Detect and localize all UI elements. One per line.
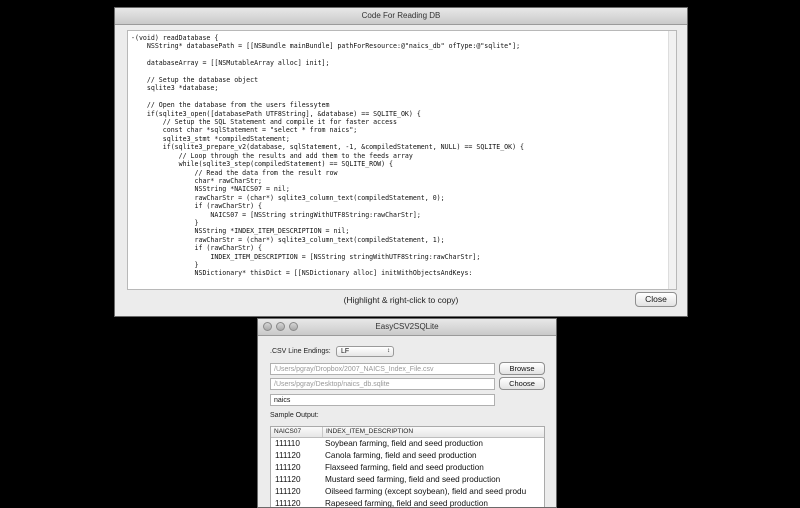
table-row[interactable]: 111120 Oilseed farming (except soybean),… — [271, 486, 544, 498]
cell-naics: 111120 — [275, 475, 301, 484]
close-button[interactable]: Close — [635, 292, 677, 307]
cell-description: Mustard seed farming, field and seed pro… — [325, 475, 501, 484]
cell-description: Soybean farming, field and seed producti… — [325, 439, 483, 448]
cell-naics: 111120 — [275, 463, 301, 472]
line-endings-value: LF — [341, 348, 350, 355]
code-scrollbar[interactable] — [668, 31, 676, 289]
table-header: NAICS07 INDEX_ITEM_DESCRIPTION — [271, 427, 544, 438]
code-window-title: Code For Reading DB — [361, 11, 441, 20]
csv-path-field[interactable]: /Users/pgray/Dropbox/2007_NAICS_Index_Fi… — [270, 363, 495, 375]
easycsv-window: EasyCSV2SQLite .CSV Line Endings: LF ↕ /… — [257, 318, 557, 508]
column-header-description[interactable]: INDEX_ITEM_DESCRIPTION — [323, 427, 413, 437]
code-text-area[interactable]: -(void) readDatabase { NSString* databas… — [127, 30, 677, 290]
code-text[interactable]: -(void) readDatabase { NSString* databas… — [128, 31, 676, 278]
code-window: Code For Reading DB -(void) readDatabase… — [114, 7, 688, 317]
table-row[interactable]: 111120 Canola farming, field and seed pr… — [271, 450, 544, 462]
code-window-titlebar[interactable]: Code For Reading DB — [115, 8, 687, 25]
sample-output-label: Sample Output: — [270, 412, 319, 419]
table-name-field[interactable]: naics — [270, 394, 495, 406]
cell-description: Oilseed farming (except soybean), field … — [325, 487, 527, 496]
column-header-naics[interactable]: NAICS07 — [271, 427, 323, 437]
easycsv-titlebar[interactable]: EasyCSV2SQLite — [258, 319, 556, 336]
close-window-icon[interactable] — [263, 322, 272, 331]
select-arrows-icon: ↕ — [387, 348, 390, 354]
line-endings-label: .CSV Line Endings: — [270, 348, 331, 355]
choose-button[interactable]: Choose — [499, 377, 545, 390]
line-endings-select[interactable]: LF ↕ — [336, 346, 394, 357]
zoom-window-icon[interactable] — [289, 322, 298, 331]
table-row[interactable]: 111120 Mustard seed farming, field and s… — [271, 474, 544, 486]
minimize-window-icon[interactable] — [276, 322, 285, 331]
browse-button[interactable]: Browse — [499, 362, 545, 375]
copy-hint: (Highlight & right-click to copy) — [343, 295, 459, 305]
cell-description: Flaxseed farming, field and seed product… — [325, 463, 484, 472]
cell-naics: 111110 — [275, 439, 300, 448]
cell-description: Canola farming, field and seed productio… — [325, 451, 477, 460]
cell-naics: 111120 — [275, 487, 301, 496]
db-path-field[interactable]: /Users/pgray/Desktop/naics_db.sqlite — [270, 378, 495, 390]
sample-output-table[interactable]: NAICS07 INDEX_ITEM_DESCRIPTION 111110 So… — [270, 426, 545, 507]
table-row[interactable]: 111110 Soybean farming, field and seed p… — [271, 438, 544, 450]
easycsv-title: EasyCSV2SQLite — [375, 322, 439, 331]
table-row[interactable]: 111120 Flaxseed farming, field and seed … — [271, 462, 544, 474]
cell-naics: 111120 — [275, 451, 301, 460]
